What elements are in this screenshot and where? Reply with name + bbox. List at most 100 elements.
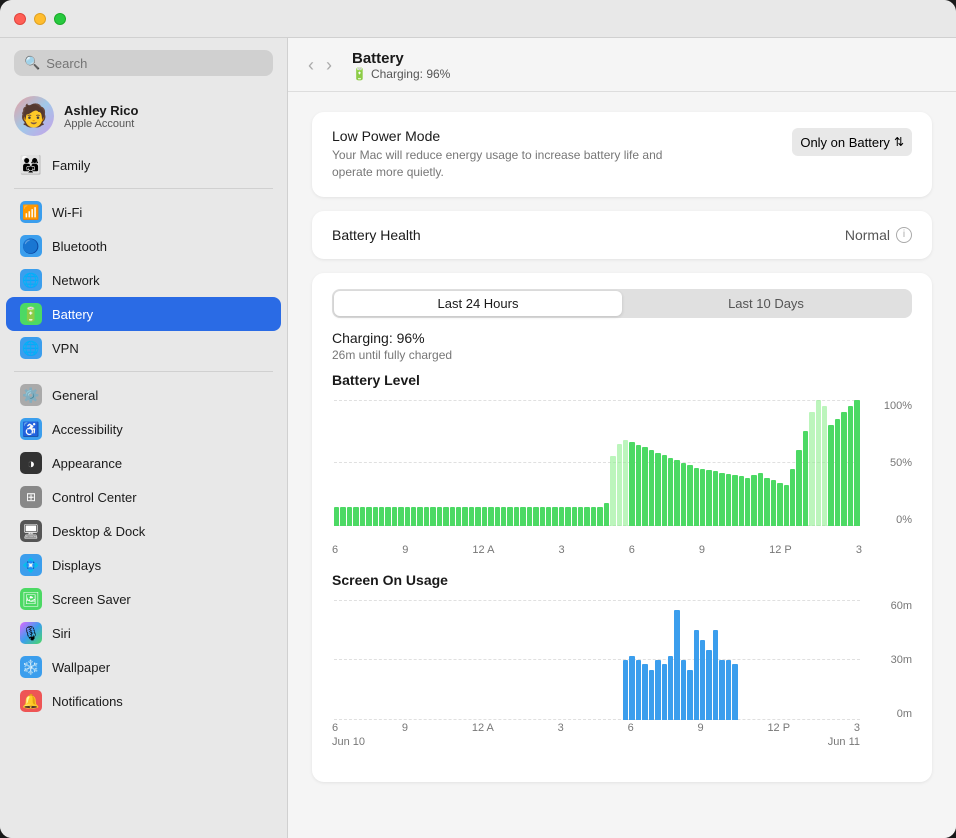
screen-bar — [706, 650, 711, 720]
y-label-100: 100% — [884, 400, 912, 412]
controlcenter-icon: ⊞ — [20, 486, 42, 508]
battery-bar — [424, 507, 429, 526]
battery-bar — [623, 440, 628, 526]
sidebar-item-bluetooth[interactable]: 🔵 Bluetooth — [6, 229, 281, 263]
battery-bar — [796, 450, 801, 526]
battery-bar — [360, 507, 365, 526]
battery-bar — [700, 469, 705, 526]
sidebar-item-wifi[interactable]: 📶 Wi-Fi — [6, 195, 281, 229]
screen-bar — [700, 640, 705, 720]
sidebar-divider-2 — [14, 371, 273, 372]
sidebar-item-label: Control Center — [52, 490, 137, 505]
battery-bar — [687, 465, 692, 525]
battery-bar — [771, 480, 776, 525]
sidebar-item-label: Notifications — [52, 694, 123, 709]
battery-bar — [488, 507, 493, 526]
general-icon: ⚙️ — [20, 384, 42, 406]
y-label-0: 0% — [896, 514, 912, 526]
x-label: 9 — [402, 722, 408, 734]
close-button[interactable] — [14, 13, 26, 25]
main-panel: ‹ › Battery 🔋 Charging: 96% Low Powe — [288, 38, 956, 838]
maximize-button[interactable] — [54, 13, 66, 25]
battery-bar — [366, 507, 371, 526]
sidebar-item-notifications[interactable]: 🔔 Notifications — [6, 684, 281, 718]
sidebar-item-appearance[interactable]: ◑ Appearance — [6, 446, 281, 480]
search-bar[interactable]: 🔍 — [14, 50, 273, 76]
info-button[interactable]: i — [896, 227, 912, 243]
back-button[interactable]: ‹ — [304, 55, 318, 76]
displays-icon: 💠 — [20, 554, 42, 576]
battery-bar — [527, 507, 532, 526]
battery-bars — [334, 400, 860, 526]
appearance-icon: ◑ — [20, 452, 42, 474]
user-name: Ashley Rico — [64, 103, 138, 118]
screen-bar — [636, 660, 641, 720]
sidebar-item-family[interactable]: 👨‍👩‍👧 Family — [6, 148, 281, 182]
header-title-group: Battery 🔋 Charging: 96% — [352, 50, 450, 81]
screen-bar — [642, 664, 647, 720]
forward-button[interactable]: › — [322, 55, 336, 76]
low-power-text: Low Power Mode Your Mac will reduce ener… — [332, 128, 692, 181]
tab-10d[interactable]: Last 10 Days — [622, 291, 910, 316]
battery-bar — [443, 507, 448, 526]
sidebar-item-general[interactable]: ⚙️ General — [6, 378, 281, 412]
battery-bar — [713, 471, 718, 525]
sidebar-item-screensaver[interactable]: 🖼 Screen Saver — [6, 582, 281, 616]
battery-bar — [417, 507, 422, 526]
screen-bar — [662, 664, 667, 720]
x-label: 3 — [558, 722, 564, 734]
battery-bar — [764, 478, 769, 526]
sidebar-item-accessibility[interactable]: ♿ Accessibility — [6, 412, 281, 446]
sidebar-item-battery[interactable]: 🔋 Battery — [6, 297, 281, 331]
charging-eta: 26m until fully charged — [332, 348, 912, 362]
x-label: 12 P — [769, 544, 792, 556]
search-input[interactable] — [46, 56, 263, 71]
battery-bar — [706, 470, 711, 525]
sidebar-item-label: Displays — [52, 558, 101, 573]
battery-bar — [681, 463, 686, 526]
sidebar-item-siri[interactable]: 🎙 Siri — [6, 616, 281, 650]
user-section[interactable]: 🧑 Ashley Rico Apple Account — [0, 88, 287, 144]
battery-bar — [751, 475, 756, 525]
battery-level-title: Battery Level — [332, 372, 912, 388]
minimize-button[interactable] — [34, 13, 46, 25]
battery-level-section: Battery Level 100% 50% 0% — [332, 372, 912, 556]
battery-bar — [828, 425, 833, 526]
battery-bar — [430, 507, 435, 526]
screen-y-labels: 60m 30m 0m — [866, 600, 912, 720]
main-header: ‹ › Battery 🔋 Charging: 96% — [288, 38, 956, 92]
battery-icon-small: 🔋 — [352, 67, 367, 81]
battery-bar — [552, 507, 557, 526]
bluetooth-icon: 🔵 — [20, 235, 42, 257]
sidebar-item-vpn[interactable]: 🌐 VPN — [6, 331, 281, 365]
x-label: 3 — [856, 544, 862, 556]
battery-bar — [475, 507, 480, 526]
low-power-value: Only on Battery — [800, 135, 890, 150]
sidebar-item-wallpaper[interactable]: ❄️ Wallpaper — [6, 650, 281, 684]
battery-bar — [790, 469, 795, 526]
dropdown-arrow-icon: ⇅ — [894, 135, 904, 149]
sidebar-item-desktop[interactable]: 🖥 Desktop & Dock — [6, 514, 281, 548]
battery-bar — [655, 453, 660, 526]
sidebar-item-label: Wallpaper — [52, 660, 110, 675]
screen-bars — [334, 600, 860, 720]
battery-health-value: Normal i — [845, 227, 912, 243]
sidebar-item-label: General — [52, 388, 98, 403]
sidebar-item-displays[interactable]: 💠 Displays — [6, 548, 281, 582]
wallpaper-icon: ❄️ — [20, 656, 42, 678]
low-power-select[interactable]: Only on Battery ⇅ — [792, 128, 912, 156]
tab-24h[interactable]: Last 24 Hours — [334, 291, 622, 316]
battery-bar — [559, 507, 564, 526]
battery-icon: 🔋 — [20, 303, 42, 325]
x-label: 6 — [628, 722, 634, 734]
sidebar-item-network[interactable]: 🌐 Network — [6, 263, 281, 297]
battery-y-labels: 100% 50% 0% — [866, 400, 912, 526]
desktop-icon: 🖥 — [20, 520, 42, 542]
x-label: 6 — [629, 544, 635, 556]
x-label: 12 P — [767, 722, 790, 734]
sidebar-item-label: Siri — [52, 626, 71, 641]
sidebar-item-controlcenter[interactable]: ⊞ Control Center — [6, 480, 281, 514]
network-icon: 🌐 — [20, 269, 42, 291]
notifications-icon: 🔔 — [20, 690, 42, 712]
low-power-title: Low Power Mode — [332, 128, 692, 144]
